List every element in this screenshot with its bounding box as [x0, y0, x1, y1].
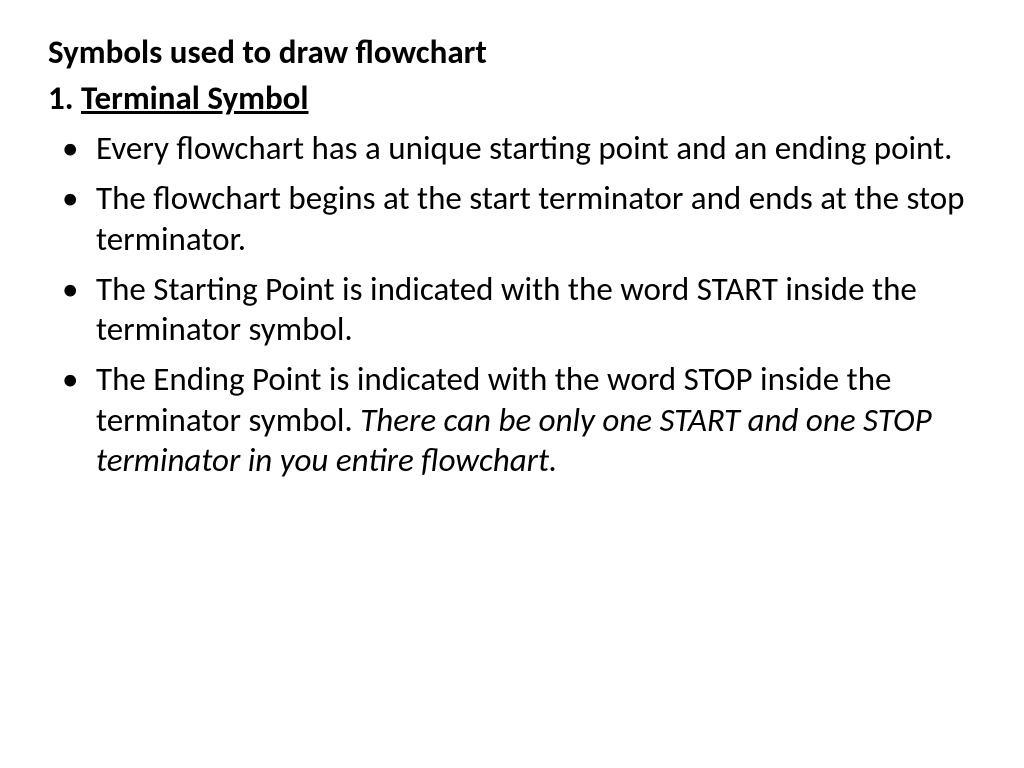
bullet-text: The Starting Point is indicated with the…	[96, 269, 917, 349]
bullet-text: Every flowchart has a unique starting po…	[96, 128, 952, 168]
list-item: The Starting Point is indicated with the…	[48, 269, 976, 350]
list-item: The Ending Point is indicated with the w…	[48, 359, 976, 480]
list-item: The flowchart begins at the start termin…	[48, 178, 976, 259]
subheading-number: 1.	[48, 78, 81, 118]
subheading: 1. Terminal Symbol	[48, 78, 976, 118]
list-item: Every flowchart has a unique starting po…	[48, 128, 976, 168]
subheading-title: Terminal Symbol	[81, 78, 309, 118]
main-heading: Symbols used to draw flowchart	[48, 32, 976, 72]
bullet-list: Every flowchart has a unique starting po…	[48, 128, 976, 480]
bullet-text: The flowchart begins at the start termin…	[96, 178, 965, 258]
